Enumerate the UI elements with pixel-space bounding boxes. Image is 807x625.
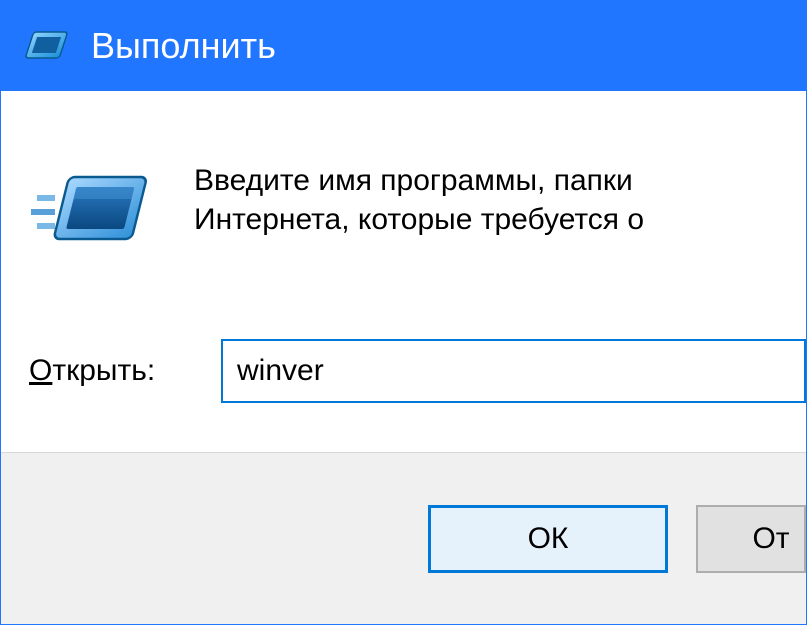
open-label: Открыть: bbox=[29, 354, 189, 388]
input-row: Открыть: bbox=[29, 339, 806, 403]
info-text: Введите имя программы, папки Интернета, … bbox=[194, 161, 644, 239]
command-input[interactable] bbox=[221, 339, 806, 403]
dialog-footer: ОК От bbox=[1, 452, 806, 624]
run-titlebar-icon bbox=[23, 28, 71, 64]
cancel-button[interactable]: От bbox=[696, 505, 806, 573]
window-title: Выполнить bbox=[91, 25, 276, 67]
info-row: Введите имя программы, папки Интернета, … bbox=[29, 161, 806, 259]
dialog-content: Введите имя программы, папки Интернета, … bbox=[1, 91, 806, 452]
ok-button[interactable]: ОК bbox=[428, 505, 668, 573]
run-dialog-window: Выполнить bbox=[0, 0, 807, 625]
run-dialog-icon bbox=[29, 169, 149, 259]
info-line-1: Введите имя программы, папки bbox=[194, 161, 644, 200]
titlebar[interactable]: Выполнить bbox=[1, 1, 806, 91]
info-line-2: Интернета, которые требуется о bbox=[194, 200, 644, 239]
